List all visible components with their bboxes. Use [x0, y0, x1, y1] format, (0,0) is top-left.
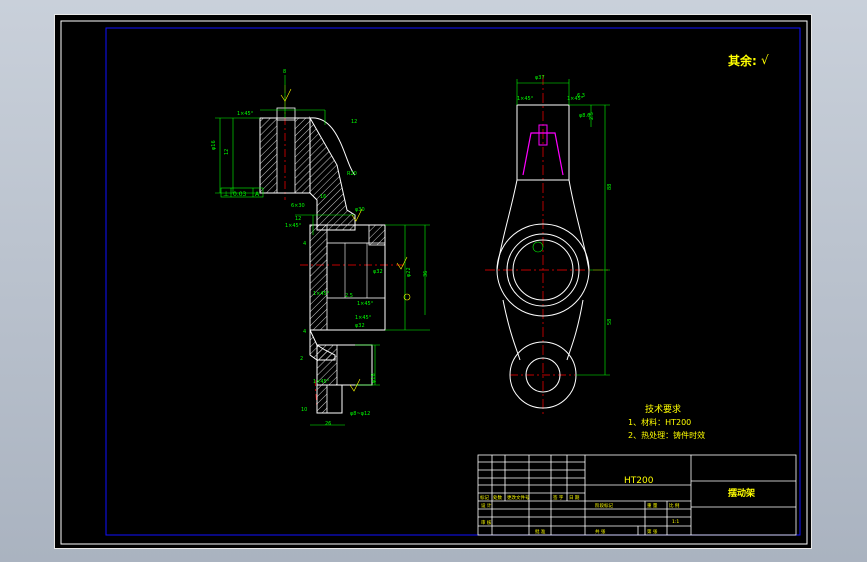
- section-view: 1×45° φ16 12 8 12 R20 1×45° 4 φ30 φ32 φ2…: [211, 69, 430, 427]
- datum-value: 0.03: [233, 191, 247, 198]
- svg-text:φ16: φ16: [211, 140, 217, 150]
- svg-text:1×45°: 1×45°: [285, 223, 302, 229]
- design-label: 设 计: [481, 502, 492, 509]
- svg-text:φ8~φ12: φ8~φ12: [350, 411, 370, 417]
- svg-text:φ22: φ22: [406, 267, 412, 277]
- weight-label: 重 量: [647, 502, 658, 509]
- svg-text:4: 4: [303, 329, 306, 335]
- svg-text:φ18: φ18: [371, 373, 377, 383]
- sheet-total: 共 张: [595, 528, 606, 535]
- svg-text:R20: R20: [347, 171, 357, 177]
- front-view: φ37 1×45° 1×45° 6.3 φ8.6 2.5 88 58: [485, 75, 613, 415]
- datum-callout: ⊥ 0.03 A: [220, 187, 264, 198]
- svg-text:2.5: 2.5: [345, 293, 353, 299]
- tech-requirements-title: 技术要求: [645, 403, 681, 415]
- svg-text:58: 58: [607, 319, 613, 325]
- svg-text:12: 12: [224, 149, 230, 155]
- material-label: HT200: [624, 476, 654, 486]
- svg-text:16: 16: [320, 194, 326, 200]
- svg-text:1×45°: 1×45°: [355, 315, 372, 321]
- svg-text:2.5: 2.5: [589, 112, 595, 120]
- svg-text:36: 36: [423, 271, 429, 277]
- svg-text:1×45°: 1×45°: [313, 379, 330, 385]
- drawing-canvas[interactable]: 其余: √ 1×45° φ16 12 8 12 R20 1×45° 4 φ30 …: [54, 14, 812, 549]
- svg-text:12: 12: [295, 216, 301, 222]
- svg-text:1×45°: 1×45°: [313, 291, 330, 297]
- roughness-symbol-icon: √: [761, 53, 769, 67]
- part-name: 摆动架: [728, 487, 755, 499]
- inner-border: [105, 27, 801, 536]
- outer-frame: [60, 20, 808, 545]
- scale-value: 1:1: [672, 519, 679, 525]
- svg-text:φ32: φ32: [355, 323, 365, 329]
- stage-label: 阶段标记: [595, 502, 613, 509]
- svg-text:26: 26: [325, 421, 331, 427]
- sheet-no: 第 张: [647, 528, 658, 535]
- row-label-date: 日 期: [569, 495, 580, 501]
- svg-text:φ32: φ32: [373, 269, 383, 275]
- svg-text:12: 12: [351, 119, 357, 125]
- approve-label: 批 准: [535, 528, 546, 535]
- svg-text:1×45°: 1×45°: [237, 111, 254, 117]
- row-label-count: 处数: [493, 494, 502, 501]
- check-label: 审 核: [481, 519, 492, 526]
- tech-requirement-1: 1、材料：HT200: [628, 417, 691, 427]
- svg-text:6×30: 6×30: [291, 203, 305, 209]
- svg-text:10: 10: [301, 407, 307, 413]
- datum-symbol: ⊥: [223, 190, 229, 198]
- svg-text:1×45°: 1×45°: [517, 96, 534, 102]
- svg-text:8: 8: [283, 69, 286, 75]
- svg-text:φ30: φ30: [355, 207, 365, 213]
- scale-label: 比 例: [669, 502, 680, 509]
- svg-text:88: 88: [607, 184, 613, 190]
- tech-requirement-2: 2、热处理：铸件时效: [628, 430, 705, 440]
- cad-drawing: 其余: √ 1×45° φ16 12 8 12 R20 1×45° 4 φ30 …: [60, 20, 808, 545]
- svg-text:1×45°: 1×45°: [357, 301, 374, 307]
- row-label-sign: 签 字: [553, 494, 564, 501]
- svg-text:4: 4: [303, 241, 306, 247]
- svg-text:φ37: φ37: [535, 75, 545, 81]
- svg-text:6.3: 6.3: [577, 93, 585, 99]
- svg-text:2: 2: [300, 356, 303, 362]
- row-label-mark: 标记: [480, 494, 489, 501]
- row-label-change: 更改文件号: [507, 494, 530, 501]
- roughness-note: 其余:: [728, 53, 757, 68]
